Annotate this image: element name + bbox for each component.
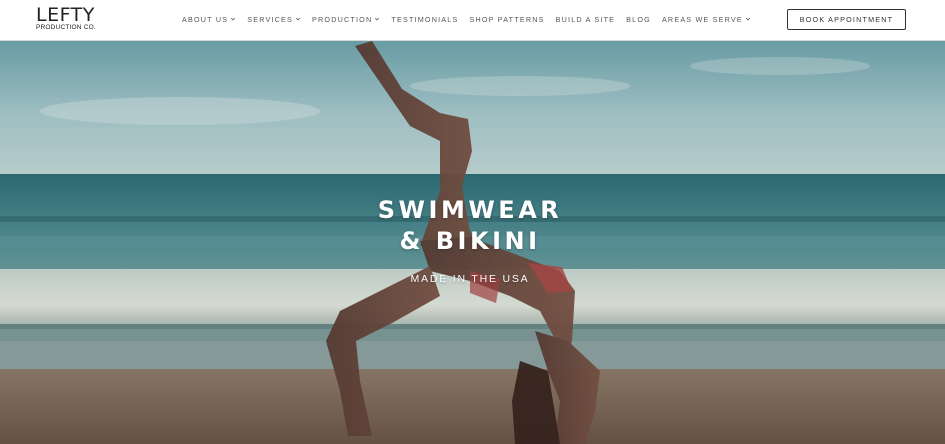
chevron-down-icon	[231, 17, 236, 21]
nav-item-production[interactable]: Production	[312, 15, 380, 24]
site-header: LEFTY PRODUCTION CO. About Us Services P…	[0, 0, 945, 41]
nav-item-label: Shop Patterns	[469, 14, 545, 24]
nav-item-label: Build A Site	[555, 14, 616, 24]
logo-wordmark: LEFTY	[36, 4, 95, 26]
nav-item-label: Production	[312, 14, 373, 24]
site-logo[interactable]: LEFTY PRODUCTION CO.	[36, 5, 102, 35]
hero-subtitle: Made in the USA	[410, 273, 530, 285]
nav-item-services[interactable]: Services	[247, 15, 301, 24]
nav-item-label: Testimonials	[391, 14, 459, 24]
logo-tagline: PRODUCTION CO.	[36, 24, 96, 31]
nav-item-areas-we-serve[interactable]: Areas We Serve	[662, 15, 751, 24]
hero-title: SWIMWEAR & BIKINI	[0, 195, 940, 257]
nav-item-label: Blog	[626, 14, 651, 24]
chevron-down-icon	[375, 17, 380, 21]
nav-item-label: Services	[247, 14, 294, 24]
chevron-down-icon	[745, 17, 750, 21]
nav-item-label: About Us	[182, 14, 229, 24]
nav-item-build-a-site[interactable]: Build A Site	[556, 15, 616, 24]
hero-title-line-2: & BIKINI	[399, 227, 541, 255]
nav-item-label: Areas We Serve	[661, 14, 743, 24]
nav-item-blog[interactable]: Blog	[626, 15, 651, 24]
main-nav: About Us Services Production Testimonial…	[182, 13, 751, 25]
hero-title-line-1: SWIMWEAR	[377, 196, 563, 224]
chevron-down-icon	[295, 17, 301, 21]
nav-item-shop-patterns[interactable]: Shop Patterns	[470, 15, 545, 24]
book-appointment-button[interactable]: Book Appointment	[787, 9, 906, 30]
nav-item-about-us[interactable]: About Us	[182, 15, 236, 24]
nav-item-testimonials[interactable]: Testimonials	[391, 15, 458, 24]
hero-banner: SWIMWEAR & BIKINI Made in the USA	[0, 41, 945, 444]
